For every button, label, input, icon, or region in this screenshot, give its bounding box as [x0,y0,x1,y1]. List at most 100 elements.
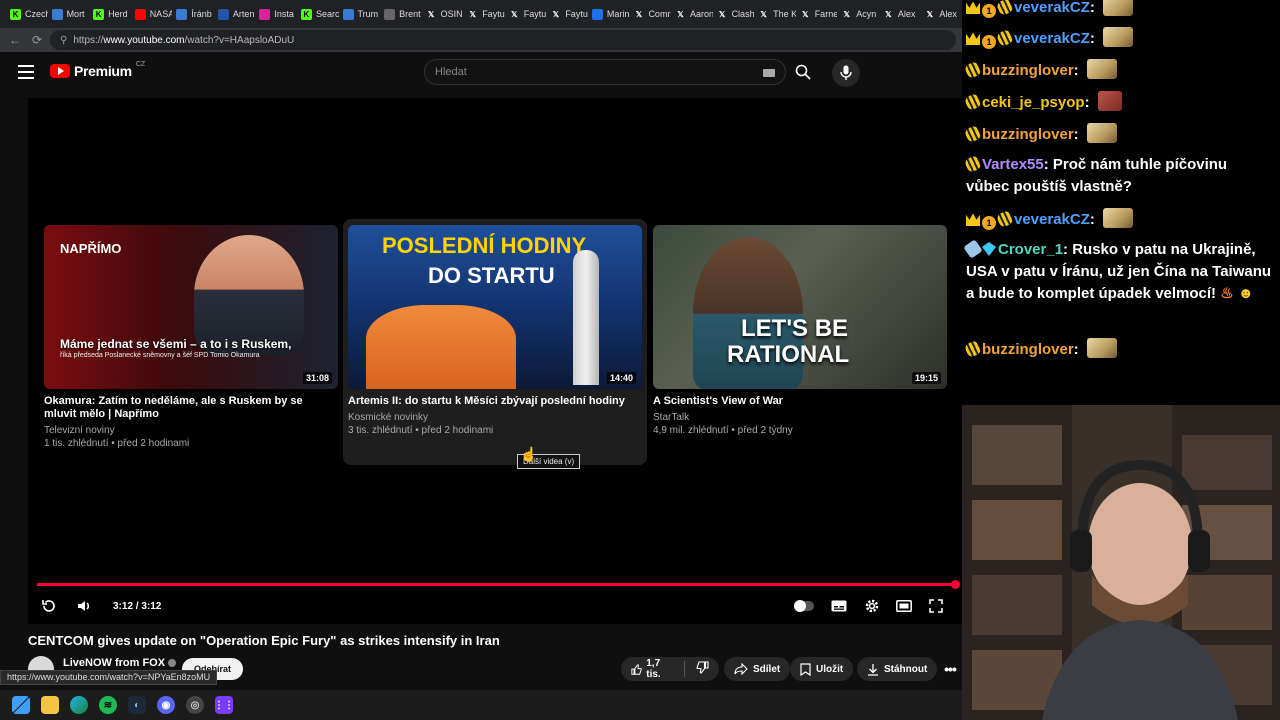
edge-icon[interactable] [70,696,88,714]
browser-tab[interactable]: Íránb [172,0,214,28]
generic-icon [51,8,63,20]
thumbnail-subline: říká předseda Poslanecké sněmovny a šéf … [60,352,260,359]
browser-tab[interactable]: Marin [588,0,630,28]
browser-tab-label: Faytu [523,9,547,19]
chat-username[interactable]: ceki_je_psyop [982,94,1085,111]
time-display: 3:12 / 3:12 [113,601,162,612]
browser-tab[interactable]: Insta [255,0,297,28]
chat-username[interactable]: veverakCZ [1014,0,1090,16]
video-thumbnail-3[interactable]: LET'S BE RATIONAL 19:15 [653,225,947,389]
app-grid-icon[interactable]: ⋮⋮ [214,696,234,714]
face-emote-icon [1097,91,1122,111]
subtitles-button[interactable] [828,596,850,616]
video-title[interactable]: Okamura: Zatím to neděláme, ale s Ruskem… [44,395,338,421]
keyboard-icon[interactable] [763,69,775,77]
browser-tab[interactable]: 𝕏 Farne [796,0,837,28]
theater-mode-button[interactable] [893,596,915,616]
browser-tab[interactable]: NASA [131,0,172,28]
browser-tab[interactable]: K Searc [297,0,339,28]
browser-tab[interactable]: Trum [339,0,381,28]
obs-icon[interactable]: ◎ [186,696,204,714]
browser-tab[interactable]: 𝕏 Faytu [505,0,547,28]
browser-tab[interactable]: Arten [214,0,256,28]
browser-toolbar: ← ⟳ ⚲ https://www.youtube.com/watch?v=HA… [0,28,962,52]
address-bar[interactable]: ⚲ https://www.youtube.com/watch?v=HAapsl… [50,30,956,50]
reload-icon[interactable]: ⟳ [28,31,46,49]
back-icon[interactable]: ← [6,31,24,49]
endscreen-video-1[interactable]: NAPŘÍMO Máme jednat se všemi – a to i s … [44,225,338,450]
channel-name[interactable]: LiveNOW from FOX [63,657,177,669]
search-placeholder: Hledat [435,66,467,78]
browser-tab[interactable]: Mort [48,0,90,28]
progress-scrubber[interactable] [951,580,960,589]
dislike-button[interactable] [696,661,709,677]
browser-tab[interactable]: 𝕏 Comr [629,0,671,28]
browser-tab[interactable]: 𝕏 Acyn [837,0,879,28]
browser-tab[interactable]: K Czech [6,0,48,28]
youtube-header: Premium CZ Hledat [0,52,962,94]
progress-bar[interactable] [37,583,955,586]
more-actions-button[interactable]: ••• [938,657,962,681]
like-button[interactable]: 1,7 tis. [631,658,673,680]
file-explorer-icon[interactable] [41,696,59,714]
chat-username[interactable]: buzzinglover [982,62,1074,79]
microphone-icon [840,65,852,80]
video-title[interactable]: A Scientist's View of War [653,395,947,408]
bee-icon [963,154,983,174]
site-info-icon[interactable]: ⚲ [60,35,67,46]
chat-username[interactable]: buzzinglover [982,341,1074,358]
browser-tab[interactable]: 𝕏 Faytu [463,0,505,28]
search-input[interactable]: Hledat [424,59,786,85]
volume-button[interactable] [73,596,95,616]
voice-search-button[interactable] [832,59,860,87]
chat-username[interactable]: buzzinglover [982,126,1074,143]
video-title[interactable]: Artemis II: do startu k Měsíci zbývají p… [348,395,642,408]
channel-name[interactable]: Kosmické novinky [348,411,642,424]
chat-username[interactable]: veverakCZ [1014,211,1090,228]
video-thumbnail-2[interactable]: POSLEDNÍ HODINY DO STARTU 14:40 [348,225,642,389]
chat-message: 1 veverakCZ: [966,208,1272,231]
channel-name[interactable]: StarTalk [653,411,947,424]
fullscreen-button[interactable] [925,596,947,616]
share-button[interactable]: Sdílet [724,657,791,681]
chat-username[interactable]: Vartex55 [982,156,1044,173]
browser-tab[interactable]: Brent [380,0,422,28]
video-thumbnail-1[interactable]: NAPŘÍMO Máme jednat se všemi – a to i s … [44,225,338,389]
chat-username[interactable]: veverakCZ [1014,30,1090,47]
windows-start-icon[interactable] [12,696,30,714]
like-dislike-group: 1,7 tis. [621,657,719,681]
chat-separator: : [1073,126,1083,143]
browser-tab[interactable]: 𝕏 Aaron [671,0,712,28]
autoplay-icon [794,600,814,612]
youtube-logo[interactable]: Premium CZ [50,61,145,79]
browser-tab[interactable]: 𝕏 Faytu [546,0,588,28]
replay-button[interactable] [38,596,60,616]
browser-tab[interactable]: 𝕏 Clash [713,0,754,28]
video-player[interactable]: NAPŘÍMO Máme jednat se všemi – a to i s … [28,98,962,624]
crown-icon [966,32,980,45]
spotify-icon[interactable]: ≋ [99,696,117,714]
x-icon: 𝕏 [718,9,726,19]
browser-tab[interactable]: 𝕏 OSIN [422,0,464,28]
endscreen-video-2[interactable]: POSLEDNÍ HODINY DO STARTU 14:40 Artemis … [348,225,642,437]
browser-tab[interactable]: 𝕏 Alex [920,0,962,28]
channel-name[interactable]: Televizní noviny [44,424,338,437]
steam-icon[interactable]: ◐ [128,696,146,714]
browser-tab[interactable]: 𝕏 The K [754,0,795,28]
logo-text: Premium [74,63,132,79]
settings-button[interactable] [861,596,883,616]
video-stats: 4,9 mil. zhlédnutí • před 2 týdny [653,425,793,436]
discord-icon[interactable]: ◉ [157,696,175,714]
bee-icon [963,92,983,112]
browser-tab[interactable]: 𝕏 Alex [879,0,921,28]
save-button[interactable]: Uložit [790,657,854,681]
browser-tab[interactable]: K Herd [89,0,131,28]
autoplay-toggle[interactable] [793,596,815,616]
browser-tab-label: Trum [357,9,379,19]
chat-username[interactable]: Crover_1 [998,241,1063,258]
download-button[interactable]: Stáhnout [857,657,938,681]
menu-icon[interactable] [18,65,34,79]
endscreen-video-3[interactable]: LET'S BE RATIONAL 19:15 A Scientist's Vi… [653,225,947,437]
search-button[interactable] [786,59,820,85]
download-label: Stáhnout [884,663,928,675]
